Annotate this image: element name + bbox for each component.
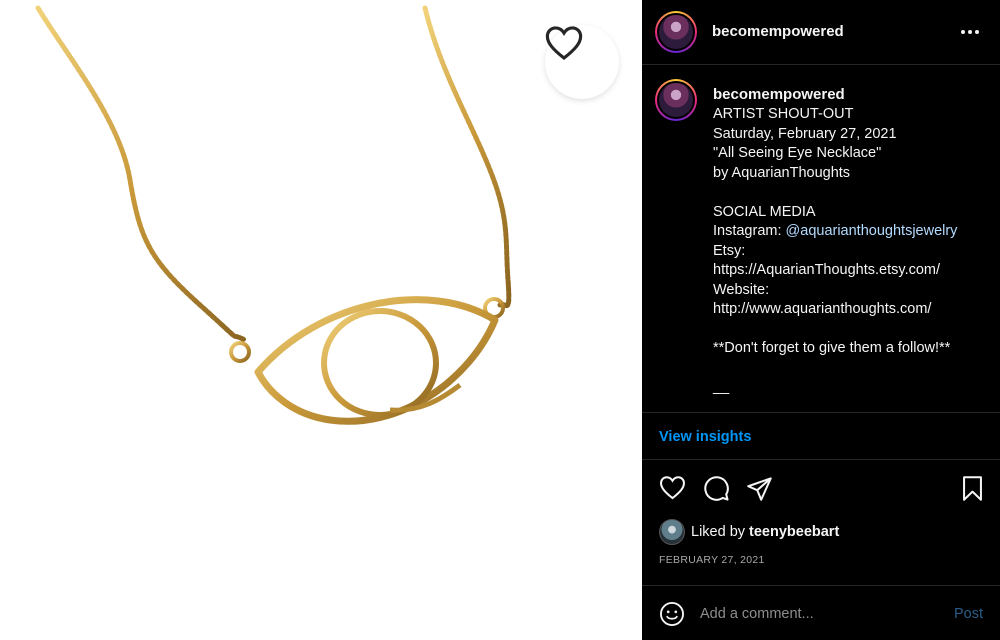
comment-bubble-icon	[704, 476, 729, 501]
paper-plane-icon	[747, 477, 772, 501]
view-insights-link[interactable]: View insights	[659, 429, 751, 445]
liker-avatar[interactable]	[659, 519, 685, 545]
avatar[interactable]	[655, 11, 697, 53]
caption-line: Etsy:	[713, 242, 746, 259]
mention-link[interactable]: @aquarianthoughtsjewelry	[786, 223, 958, 239]
liked-by-prefix: Liked by	[691, 524, 746, 540]
heart-icon	[660, 476, 685, 500]
like-button[interactable]	[659, 475, 687, 503]
caption-line: Saturday, February 27, 2021	[713, 125, 897, 142]
liked-by: Liked by teenybeebart	[659, 518, 839, 546]
post-photo[interactable]	[0, 0, 642, 640]
caption-line	[713, 320, 993, 340]
comment-composer: Post	[642, 585, 1000, 640]
caption-line: SOCIAL MEDIA	[713, 203, 816, 220]
save-button[interactable]	[959, 475, 987, 503]
post-details-panel: becomempowered becomempowered ARTIST SHO…	[642, 0, 1000, 640]
caption-line	[713, 183, 993, 203]
liked-by-user[interactable]: teenybeebart	[749, 524, 839, 540]
caption-line-instagram: Instagram: @aquarianthoughtsjewelry	[713, 222, 993, 242]
heart-icon	[545, 26, 583, 61]
post-comment-button[interactable]: Post	[954, 606, 983, 622]
caption-line: http://www.aquarianthoughts.com/	[713, 301, 932, 317]
caption-line: Website:	[713, 281, 770, 298]
caption-line: ARTIST SHOUT-OUT	[713, 106, 854, 122]
caption-line	[713, 359, 993, 379]
photo-like-button[interactable]	[545, 25, 619, 99]
necklace-image	[35, 5, 512, 425]
comment-button[interactable]	[703, 475, 731, 503]
post-header: becomempowered	[642, 0, 1000, 65]
share-button[interactable]	[746, 475, 774, 503]
insights-row: View insights	[642, 413, 1000, 460]
bookmark-icon	[963, 476, 982, 501]
caption-username[interactable]: becomempowered	[713, 86, 845, 103]
smiley-icon[interactable]	[659, 601, 685, 627]
caption-section: becomempowered ARTIST SHOUT-OUT Saturday…	[642, 65, 1000, 413]
caption-line: "All Seeing Eye Necklace"	[713, 145, 882, 161]
caption-line: https://AquarianThoughts.etsy.com/	[713, 262, 941, 278]
more-horizontal-icon[interactable]	[960, 22, 980, 42]
caption-line: **Don't forget to give them a follow!**	[713, 340, 951, 356]
header-username[interactable]: becomempowered	[712, 23, 844, 40]
post-date[interactable]: FEBRUARY 27, 2021	[659, 554, 765, 566]
caption-text: ARTIST SHOUT-OUT Saturday, February 27, …	[713, 105, 993, 398]
caption-avatar[interactable]	[655, 79, 697, 121]
caption-line: by AquarianThoughts	[713, 164, 851, 181]
comment-input[interactable]	[700, 603, 930, 625]
action-bar	[642, 460, 1000, 515]
caption-line: __	[713, 379, 730, 395]
instagram-label: Instagram:	[713, 223, 786, 239]
